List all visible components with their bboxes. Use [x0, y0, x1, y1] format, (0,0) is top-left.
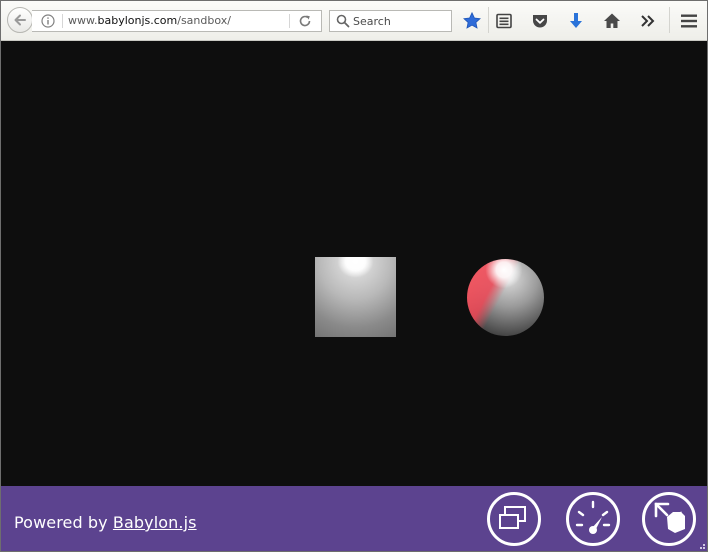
- performance-button[interactable]: [566, 492, 620, 546]
- reading-list-icon[interactable]: [494, 11, 514, 31]
- toolbar-separator: [669, 7, 670, 33]
- open-file-button[interactable]: [642, 492, 696, 546]
- performance-gauge-icon: [575, 500, 611, 534]
- url-path: /sandbox/: [177, 14, 231, 27]
- info-icon[interactable]: [41, 14, 55, 28]
- open-file-icon: [654, 502, 685, 533]
- search-icon: [336, 14, 350, 28]
- babylon-link[interactable]: Babylon.js: [113, 513, 197, 532]
- bookmark-star-icon[interactable]: [462, 11, 482, 31]
- url-bar[interactable]: www.babylonjs.com/sandbox/: [32, 10, 322, 32]
- browser-toolbar: www.babylonjs.com/sandbox/: [1, 1, 707, 41]
- fullscreen-button[interactable]: [487, 492, 541, 546]
- home-icon[interactable]: [602, 11, 622, 31]
- overflow-chevrons-icon[interactable]: [638, 11, 658, 31]
- url-domain: babylonjs.com: [97, 14, 178, 27]
- download-icon[interactable]: [566, 11, 586, 31]
- search-bar[interactable]: [329, 10, 452, 32]
- powered-by: Powered by Babylon.js: [14, 513, 197, 532]
- reload-icon[interactable]: [298, 14, 312, 28]
- hamburger-menu-icon[interactable]: [679, 11, 699, 31]
- footer-bar: Powered by Babylon.js: [1, 486, 707, 551]
- pocket-icon[interactable]: [530, 11, 550, 31]
- back-button[interactable]: [7, 7, 33, 33]
- search-input[interactable]: [353, 12, 447, 30]
- url-text[interactable]: www.babylonjs.com/sandbox/: [68, 14, 231, 27]
- fullscreen-icon: [499, 506, 526, 529]
- toolbar-separator: [488, 7, 489, 33]
- reload-divider: [289, 14, 290, 28]
- resize-grip-icon[interactable]: [696, 540, 706, 550]
- url-prefix: www.: [68, 14, 98, 27]
- back-arrow-icon: [14, 14, 26, 26]
- browser-window: www.babylonjs.com/sandbox/ Search Powere…: [0, 0, 708, 552]
- scene-box: [315, 257, 396, 337]
- url-divider: [62, 14, 63, 28]
- render-canvas[interactable]: [1, 41, 707, 486]
- powered-by-text: Powered by: [14, 513, 113, 532]
- scene-sphere: [467, 259, 544, 336]
